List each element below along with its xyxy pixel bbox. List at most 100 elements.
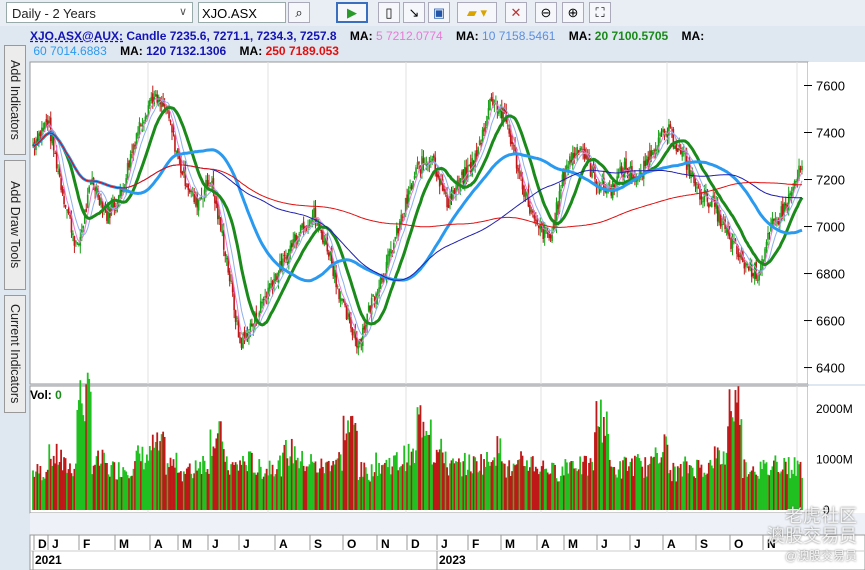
candle-body [589,162,592,177]
candle-body [363,326,366,330]
candle-body [231,283,234,293]
candle-body [461,171,463,176]
candle-body [351,328,354,336]
candle-body [259,301,262,313]
candle-body [430,160,432,162]
candle-body [353,332,355,334]
price-pane [29,61,809,385]
time-gap [30,513,865,535]
candle-body [718,210,720,223]
candle-body [181,171,184,175]
month-label: F [83,537,90,551]
tab-current-indicators[interactable]: Current Indicators [4,295,26,413]
candle-body [765,241,768,249]
candle-body [447,204,450,208]
candle-body [799,168,802,170]
candle-body [415,167,417,175]
candle-body [795,181,797,183]
month-label: M [505,537,515,551]
candle-body [675,143,678,151]
candle-body [338,288,340,300]
candle-body [339,298,342,302]
chart[interactable]: 6400 6600 6800 7000 7200 7400 7600 0 1000M 2000M D… [0,0,865,570]
candle-body [149,100,151,107]
candle-body [537,225,540,228]
candle-body [573,152,576,159]
candle-body [233,293,235,311]
price-tick-label: 7600 [816,79,845,94]
ma60-value: 60 7014.6883 [33,44,107,58]
candle-body [270,283,272,285]
volume-value: 0 [55,388,62,402]
candle-body [789,192,791,196]
candle-body [369,305,371,313]
month-label: S [700,537,708,551]
candle-body [150,96,153,101]
candle-body [274,273,277,281]
ma120-value: 120 7132.1306 [146,44,227,58]
candle-body [64,204,67,208]
candle-body [694,181,697,186]
ma-label: MA: [239,44,263,58]
candle-body [437,174,440,178]
candle-body [653,150,655,152]
watermark-line: 老虎社区 [785,506,857,526]
candle-body [700,196,703,200]
candle-body [186,186,188,188]
candle-body [462,169,465,184]
candle-body [88,186,90,193]
candle-body [175,150,178,152]
candle-body [146,115,148,118]
candle-body [409,186,411,189]
candle-body [73,236,76,246]
candle-body [98,197,101,206]
candle-body [549,235,552,239]
candle-body [172,130,175,133]
candle-body [54,153,56,155]
candle-body [336,286,339,288]
candle-body [623,161,626,178]
candle-body [512,145,515,147]
tab-add-draw-tools[interactable]: Add Draw Tools [4,160,26,290]
month-label: J [52,537,59,551]
candle-body [394,236,397,240]
candle-body [100,199,102,205]
candle-body [230,280,232,282]
candle-body [625,158,627,171]
candle-body [752,273,754,276]
candle-body [264,296,266,298]
candle-body [523,185,525,197]
volume-label: Vol: [30,388,52,402]
candle-body [487,108,490,116]
candle-body [403,213,405,215]
candle-values: Candle 7235.6, 7271.1, 7234.3, 7257.8 [126,29,337,43]
candle-body [249,323,252,330]
ma5-value: 5 7212.0774 [375,29,443,43]
candle-body [48,120,51,124]
candle-body [446,194,448,208]
candle-body [413,176,416,179]
candle-body [251,323,253,327]
price-tick-label: 7000 [816,220,845,235]
candle-body [261,302,264,304]
candle-body [645,159,648,166]
candle-body [39,131,42,137]
candle-body [138,121,141,132]
candle-body [329,251,332,256]
price-tick-label: 6400 [816,361,845,376]
year-label: 2021 [35,553,62,567]
candle-body [644,160,647,167]
candle-body [520,172,522,177]
month-label: J [634,537,641,551]
candle-body [234,310,237,322]
candle-body [178,156,181,159]
candle-body [400,214,403,225]
month-label: O [734,537,743,551]
candle-body [395,225,398,236]
candle-body [478,140,481,146]
candle-body [94,187,96,192]
candle-body [132,144,135,153]
tab-add-indicators[interactable]: Add Indicators [4,45,26,155]
candle-body [498,111,500,114]
candle-body [682,150,685,152]
